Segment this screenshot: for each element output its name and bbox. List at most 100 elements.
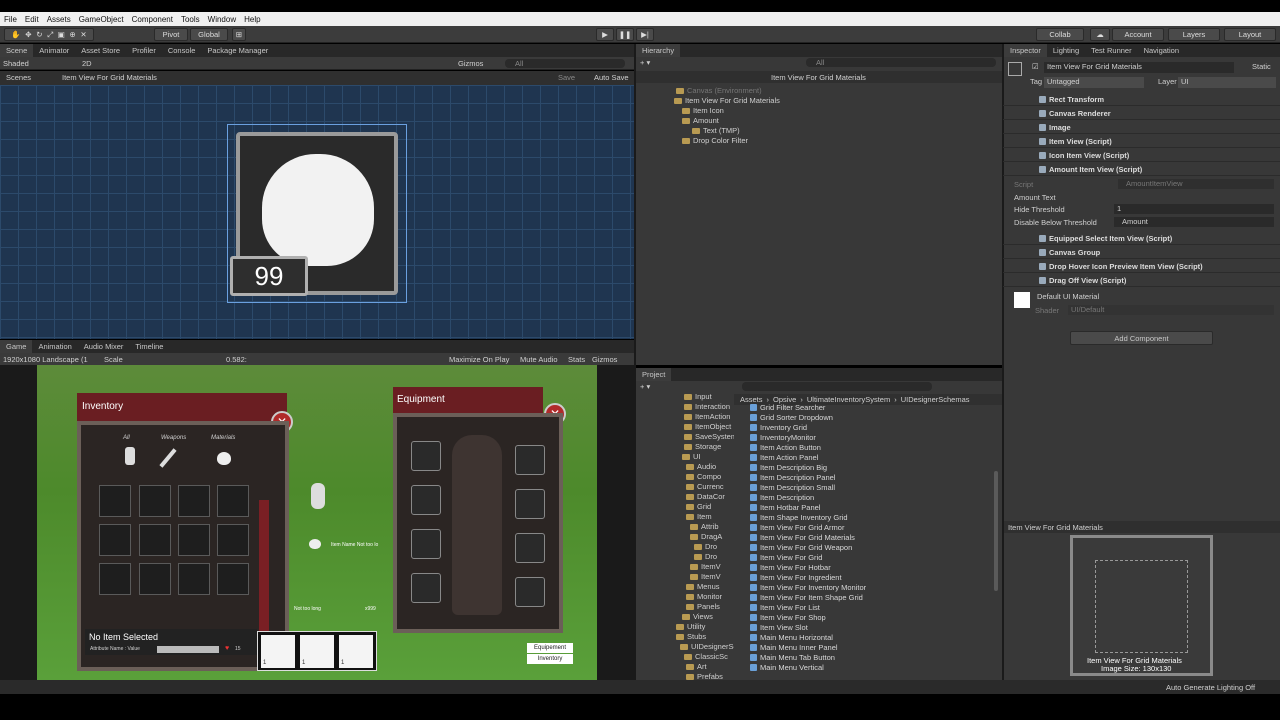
layer-dropdown[interactable]: UI	[1178, 77, 1276, 88]
project-folder[interactable]: DataCor	[686, 492, 725, 501]
menu-file[interactable]: File	[4, 15, 17, 24]
component-equipped-select[interactable]: Equipped Select Item View (Script)	[1003, 232, 1280, 245]
game-gizmos-dropdown[interactable]: Gizmos	[592, 355, 617, 364]
inventory-slot[interactable]	[178, 485, 210, 517]
project-search-input[interactable]	[742, 382, 932, 391]
project-folder[interactable]: ItemV	[690, 572, 721, 581]
2d-toggle[interactable]: 2D	[82, 59, 92, 68]
project-asset[interactable]: Main Menu Inner Panel	[750, 643, 838, 652]
project-folder[interactable]: Prefabs	[686, 672, 723, 680]
menu-gameobject[interactable]: GameObject	[79, 15, 124, 24]
tab-timeline[interactable]: Timeline	[129, 340, 169, 353]
scale-tool-icon[interactable]: ⤢	[47, 30, 53, 40]
component-rect-transform[interactable]: Rect Transform	[1003, 93, 1280, 106]
maximize-on-play-toggle[interactable]: Maximize On Play	[449, 355, 509, 364]
project-folder[interactable]: Panels	[686, 602, 720, 611]
project-asset[interactable]: Inventory Grid	[750, 423, 807, 432]
inventory-slot[interactable]	[139, 563, 171, 595]
hierarchy-item-text[interactable]: Text (TMP)	[692, 126, 740, 135]
tab-audio-mixer[interactable]: Audio Mixer	[78, 340, 130, 353]
rect-tool-icon[interactable]: ▣	[58, 30, 65, 39]
tab-lighting[interactable]: Lighting	[1047, 44, 1085, 57]
equipment-button[interactable]: Equipement	[527, 643, 573, 653]
project-asset[interactable]: Item Action Button	[750, 443, 821, 452]
hotbar-slot[interactable]: 1	[300, 635, 334, 668]
component-item-view[interactable]: Item View (Script)	[1003, 135, 1280, 148]
inventory-slot[interactable]	[217, 563, 249, 595]
custom-tool-icon[interactable]: ✕	[80, 30, 86, 39]
hand-tool-icon[interactable]: ✋	[11, 30, 20, 39]
equipment-slot[interactable]	[411, 485, 441, 515]
preview-title[interactable]: Item View For Grid Materials	[1008, 523, 1103, 532]
inventory-slot[interactable]	[217, 485, 249, 517]
project-folder[interactable]: UI	[682, 452, 701, 461]
equipment-slot[interactable]	[515, 533, 545, 563]
create-icon[interactable]: + ▾	[640, 382, 650, 391]
pause-icon[interactable]: ❚❚	[616, 28, 634, 41]
project-asset[interactable]: Item Description Big	[750, 463, 827, 472]
project-folder[interactable]: DragA	[690, 532, 722, 541]
component-canvas-renderer[interactable]: Canvas Renderer	[1003, 107, 1280, 120]
hierarchy-item-root[interactable]: Item View For Grid Materials	[674, 96, 780, 105]
hotbar-slot[interactable]: 1	[261, 635, 295, 668]
amount-text-foldout[interactable]: Amount Text	[1014, 193, 1056, 202]
scene-search-input[interactable]: All	[505, 59, 625, 68]
component-amount-item-view[interactable]: Amount Item View (Script)	[1003, 163, 1280, 176]
project-folder[interactable]: Utility	[676, 622, 705, 631]
pivot-button[interactable]: Pivot	[154, 28, 188, 41]
project-asset[interactable]: Item View For Grid Materials	[750, 533, 855, 542]
filter-weapons[interactable]: Weapons	[161, 435, 186, 441]
tab-animator[interactable]: Animator	[33, 44, 75, 57]
hierarchy-search-input[interactable]: All	[806, 58, 996, 67]
project-folder[interactable]: Menus	[686, 582, 720, 591]
material-name[interactable]: Default UI Material	[1037, 292, 1099, 301]
tab-animation[interactable]: Animation	[32, 340, 77, 353]
inventory-slot[interactable]	[178, 563, 210, 595]
account-dropdown[interactable]: Account	[1112, 28, 1164, 41]
breadcrumb-scenes[interactable]: Scenes	[6, 73, 31, 82]
shading-mode-dropdown[interactable]: Shaded	[3, 59, 29, 68]
menu-assets[interactable]: Assets	[47, 15, 71, 24]
inventory-slot[interactable]	[99, 485, 131, 517]
tab-navigation[interactable]: Navigation	[1138, 44, 1185, 57]
component-image[interactable]: Image	[1003, 121, 1280, 134]
tab-profiler[interactable]: Profiler	[126, 44, 162, 57]
project-folder[interactable]: Attrib	[690, 522, 719, 531]
tab-console[interactable]: Console	[162, 44, 202, 57]
project-asset[interactable]: Main Menu Vertical	[750, 663, 824, 672]
tab-game[interactable]: Game	[0, 340, 33, 353]
project-asset[interactable]: Item View For Item Shape Grid	[750, 593, 863, 602]
project-folder[interactable]: ItemV	[690, 562, 721, 571]
menu-tools[interactable]: Tools	[181, 15, 200, 24]
hotbar-slot[interactable]: 1	[339, 635, 373, 668]
inventory-slot[interactable]	[217, 524, 249, 556]
save-button[interactable]: Save	[558, 73, 575, 82]
tab-test-runner[interactable]: Test Runner	[1085, 44, 1137, 57]
grid-snap-icon[interactable]: ⊞	[232, 28, 246, 41]
layers-dropdown[interactable]: Layers	[1168, 28, 1220, 41]
inventory-button[interactable]: Inventory	[527, 654, 573, 664]
project-asset[interactable]: Item View For Ingredient	[750, 573, 842, 582]
project-folder[interactable]: Dro	[694, 552, 717, 561]
step-icon[interactable]: ▶|	[636, 28, 654, 41]
component-canvas-group[interactable]: Canvas Group	[1003, 246, 1280, 259]
project-asset[interactable]: Grid Filter Searcher	[750, 403, 825, 412]
project-asset[interactable]: InventoryMonitor	[750, 433, 816, 442]
inventory-slot[interactable]	[178, 524, 210, 556]
menu-edit[interactable]: Edit	[25, 15, 39, 24]
project-folder[interactable]: UIDesignerSc	[680, 642, 734, 651]
project-asset[interactable]: Item View For Inventory Monitor	[750, 583, 866, 592]
hide-threshold-field[interactable]: 1	[1114, 204, 1274, 214]
play-icon[interactable]: ▶	[596, 28, 614, 41]
project-folder[interactable]: Grid	[686, 502, 711, 511]
inventory-slot[interactable]	[99, 524, 131, 556]
inventory-slot[interactable]	[139, 485, 171, 517]
filter-materials[interactable]: Materials	[211, 435, 235, 441]
equipment-slot[interactable]	[411, 529, 441, 559]
equipment-slot[interactable]	[515, 445, 545, 475]
project-folder[interactable]: ItemObject	[684, 422, 731, 431]
tag-dropdown[interactable]: Untagged	[1044, 77, 1144, 88]
project-asset[interactable]: Item Description	[750, 493, 814, 502]
global-button[interactable]: Global	[190, 28, 228, 41]
hierarchy-item-icon[interactable]: Item Icon	[682, 106, 724, 115]
